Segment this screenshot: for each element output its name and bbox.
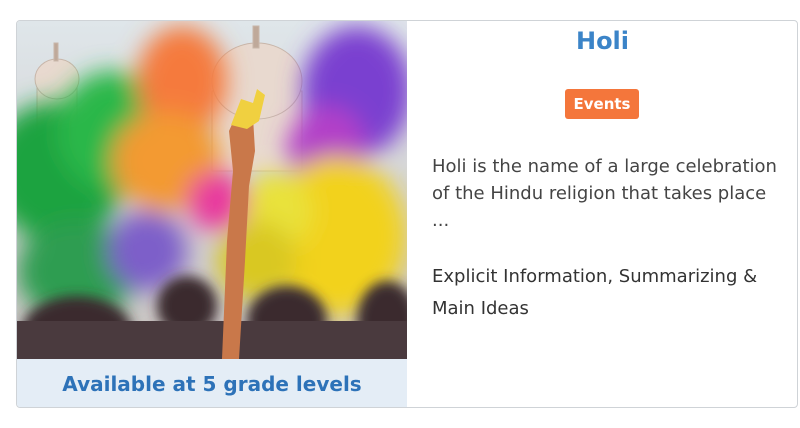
card-title[interactable]: Holi [408,27,797,55]
card-right-panel: Holi Events Holi is the name of a large … [408,21,797,407]
card-description: Holi is the name of a large celebration … [432,156,777,231]
card-skills: Explicit Information, Summarizing & Main… [432,266,758,319]
card-left-panel: Available at 5 grade levels [17,21,407,407]
category-badge: Events [565,89,639,119]
lesson-card[interactable]: Available at 5 grade levels Holi Events … [16,20,798,408]
grade-levels-bar[interactable]: Available at 5 grade levels [17,359,407,407]
holi-photo[interactable] [17,21,407,359]
grade-levels-label: Available at 5 grade levels [62,372,362,396]
